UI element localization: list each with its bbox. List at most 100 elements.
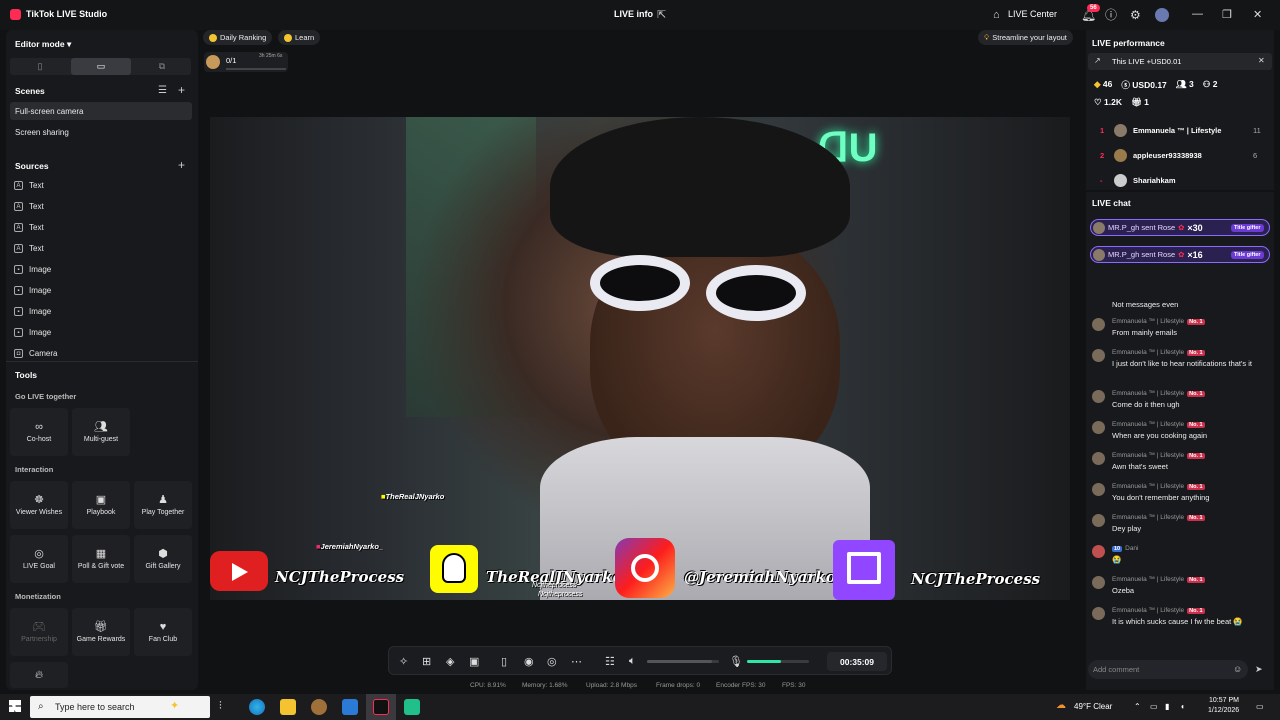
learn-button[interactable]: Learn <box>278 30 321 45</box>
username-text: Emmanuela ™ | Lifestyle <box>1112 421 1185 428</box>
source-item[interactable]: ▪ Image <box>14 328 51 337</box>
file-explorer-icon[interactable] <box>280 699 296 715</box>
emoji-icon[interactable]: ☺ <box>1233 664 1242 674</box>
live-info-title[interactable]: LIVE info <box>614 9 653 19</box>
ranking-row[interactable]: - Shariahkam <box>1100 174 1253 187</box>
add-scene-icon[interactable]: + <box>178 83 185 97</box>
streamline-layout-button[interactable]: 💡︎ Streamline your layout <box>978 30 1073 45</box>
scene-item[interactable]: Screen sharing <box>15 128 69 137</box>
monetization-title: Monetization <box>15 592 61 601</box>
level-badge: 10 <box>1112 546 1123 552</box>
live-goal-button[interactable]: ◎ LIVE Goal <box>10 535 68 583</box>
editor-mode-dropdown[interactable]: Editor mode ▾ <box>15 39 71 50</box>
source-item[interactable]: A Text <box>14 223 44 232</box>
taskbar-search[interactable]: Type here to search <box>30 696 210 718</box>
chevron-up-icon[interactable]: ⌃ <box>1134 702 1141 711</box>
source-item[interactable]: ▪ Image <box>14 307 51 316</box>
magic-icon[interactable]: ✧ <box>399 655 408 668</box>
live-center-button[interactable]: LIVE Center <box>1008 9 1057 19</box>
record-icon[interactable]: ◉ <box>524 655 534 668</box>
maximize-icon[interactable]: ❐ <box>1222 8 1232 21</box>
screen-icon[interactable]: ▣ <box>469 655 479 668</box>
dual-icon[interactable]: ⧉ <box>132 58 192 75</box>
add-source-icon[interactable]: + <box>178 158 185 172</box>
microphone-icon[interactable]: 🎙︎ <box>729 655 743 668</box>
mixer-icon[interactable]: ☷ <box>605 655 615 668</box>
screenshot-icon[interactable]: ◎ <box>547 655 557 668</box>
ranking-row[interactable]: 2 appleuser93338938 6 <box>1100 149 1257 162</box>
scene-add-icon[interactable]: ⊞ <box>422 655 431 668</box>
app-taskbar-icon[interactable] <box>404 699 420 715</box>
flame-tool-button[interactable]: 🔥︎ <box>10 662 68 688</box>
task-view-icon[interactable]: ⫶ <box>219 700 222 713</box>
minimize-icon[interactable]: — <box>1192 8 1203 20</box>
mic-tray-icon[interactable]: ▮ <box>1165 702 1169 711</box>
store-icon[interactable] <box>342 699 358 715</box>
source-item[interactable]: A Text <box>14 202 44 211</box>
more-icon[interactable]: ⋯ <box>571 655 582 668</box>
chat-username: Emmanuela ™ | Lifestyle No. 1 <box>1112 318 1205 325</box>
play-together-button[interactable]: ♟ Play Together <box>134 481 192 529</box>
gift-count: ×30 <box>1187 222 1203 233</box>
source-item[interactable]: ▪ Image <box>14 265 51 274</box>
game-rewards-button[interactable]: 🎁︎ Game Rewards <box>72 608 130 656</box>
send-icon[interactable]: ➤ <box>1255 664 1263 675</box>
avatar <box>1092 390 1105 403</box>
share-icon[interactable]: ⇱ <box>657 8 666 21</box>
list-icon[interactable]: ☰ <box>158 85 167 96</box>
viewer-wishes-button[interactable]: ☸ Viewer Wishes <box>10 481 68 529</box>
orientation-switch[interactable]: ▯ ▭ ⧉ <box>10 58 191 75</box>
speaker-tray-icon[interactable]: ◖ <box>1180 702 1185 711</box>
playbook-button[interactable]: ▣ Playbook <box>72 481 130 529</box>
close-icon[interactable]: ✕ <box>1258 56 1265 65</box>
poll-gift-vote-button[interactable]: ▦ Poll & Gift vote <box>72 535 130 583</box>
source-item[interactable]: ◘ Camera <box>14 349 57 358</box>
weather-text[interactable]: 49°F Clear <box>1074 702 1112 711</box>
rose-icon: ✿ <box>1178 223 1185 232</box>
help-icon[interactable]: ⓘ <box>1105 9 1117 21</box>
landscape-icon[interactable]: ▭ <box>71 58 131 75</box>
task-progress[interactable]: 0/1 3h 25m 6s <box>204 52 288 72</box>
effects-icon[interactable]: ◈ <box>446 655 454 668</box>
monkey-app-icon[interactable] <box>311 699 327 715</box>
fan-club-button[interactable]: ♥ Fan Club <box>134 608 192 656</box>
comment-input[interactable]: Add comment <box>1088 660 1248 679</box>
daily-ranking-button[interactable]: Daily Ranking <box>203 30 273 45</box>
rank-badge: No. 1 <box>1187 515 1205 521</box>
encoder-fps-stat: Encoder FPS: 30 <box>716 682 766 689</box>
volume-slider[interactable] <box>647 660 719 663</box>
people-icon: 👥︎ <box>94 421 108 433</box>
source-label: Image <box>29 307 52 316</box>
ranking-row[interactable]: 1 Emmanuela ™ | Lifestyle 11 <box>1100 124 1261 137</box>
this-live-box[interactable]: ↗ This LIVE +USD0.01 ✕ <box>1088 53 1272 70</box>
phone-icon[interactable]: ▯ <box>501 655 507 668</box>
rank-badge: No. 1 <box>1187 350 1205 356</box>
scene-item[interactable]: Full-screen camera <box>15 107 83 116</box>
close-icon[interactable]: ✕ <box>1253 8 1262 21</box>
network-icon[interactable]: ▭ <box>1150 702 1158 711</box>
tiktok-studio-taskbar-icon[interactable] <box>373 699 389 715</box>
gamepad-icon: 🎮︎ <box>32 621 46 633</box>
clock-time[interactable]: 10:57 PM <box>1209 697 1239 704</box>
partnership-button[interactable]: 🎮︎ Partnership <box>10 608 68 656</box>
gift-gallery-button[interactable]: ⬢ Gift Gallery <box>134 535 192 583</box>
mic-slider[interactable] <box>747 660 809 663</box>
portrait-icon[interactable]: ▯ <box>10 58 70 75</box>
speaker-icon[interactable]: 🔈︎ <box>629 655 636 668</box>
frame-drops-stat: Frame drops: 0 <box>656 682 701 689</box>
clock-date[interactable]: 1/12/2026 <box>1208 707 1239 714</box>
chat-username: Emmanuela ™ | Lifestyle No. 1 <box>1112 349 1205 356</box>
playbook-icon: ▣ <box>95 494 107 506</box>
source-item[interactable]: ▪ Image <box>14 286 51 295</box>
cohost-button[interactable]: ∞ Co-host <box>10 408 68 456</box>
multiguest-button[interactable]: 👥︎ Multi-guest <box>72 408 130 456</box>
edge-icon[interactable] <box>249 699 265 715</box>
notification-center-icon[interactable]: ▭ <box>1256 702 1264 711</box>
source-item[interactable]: A Text <box>14 181 44 190</box>
gear-icon[interactable]: ⚙ <box>1130 9 1141 21</box>
twitch-icon <box>833 540 895 600</box>
avatar[interactable] <box>1155 8 1169 22</box>
windows-start-icon[interactable] <box>9 700 21 712</box>
live-preview[interactable]: ꓷU <box>210 117 1070 600</box>
source-item[interactable]: A Text <box>14 244 44 253</box>
